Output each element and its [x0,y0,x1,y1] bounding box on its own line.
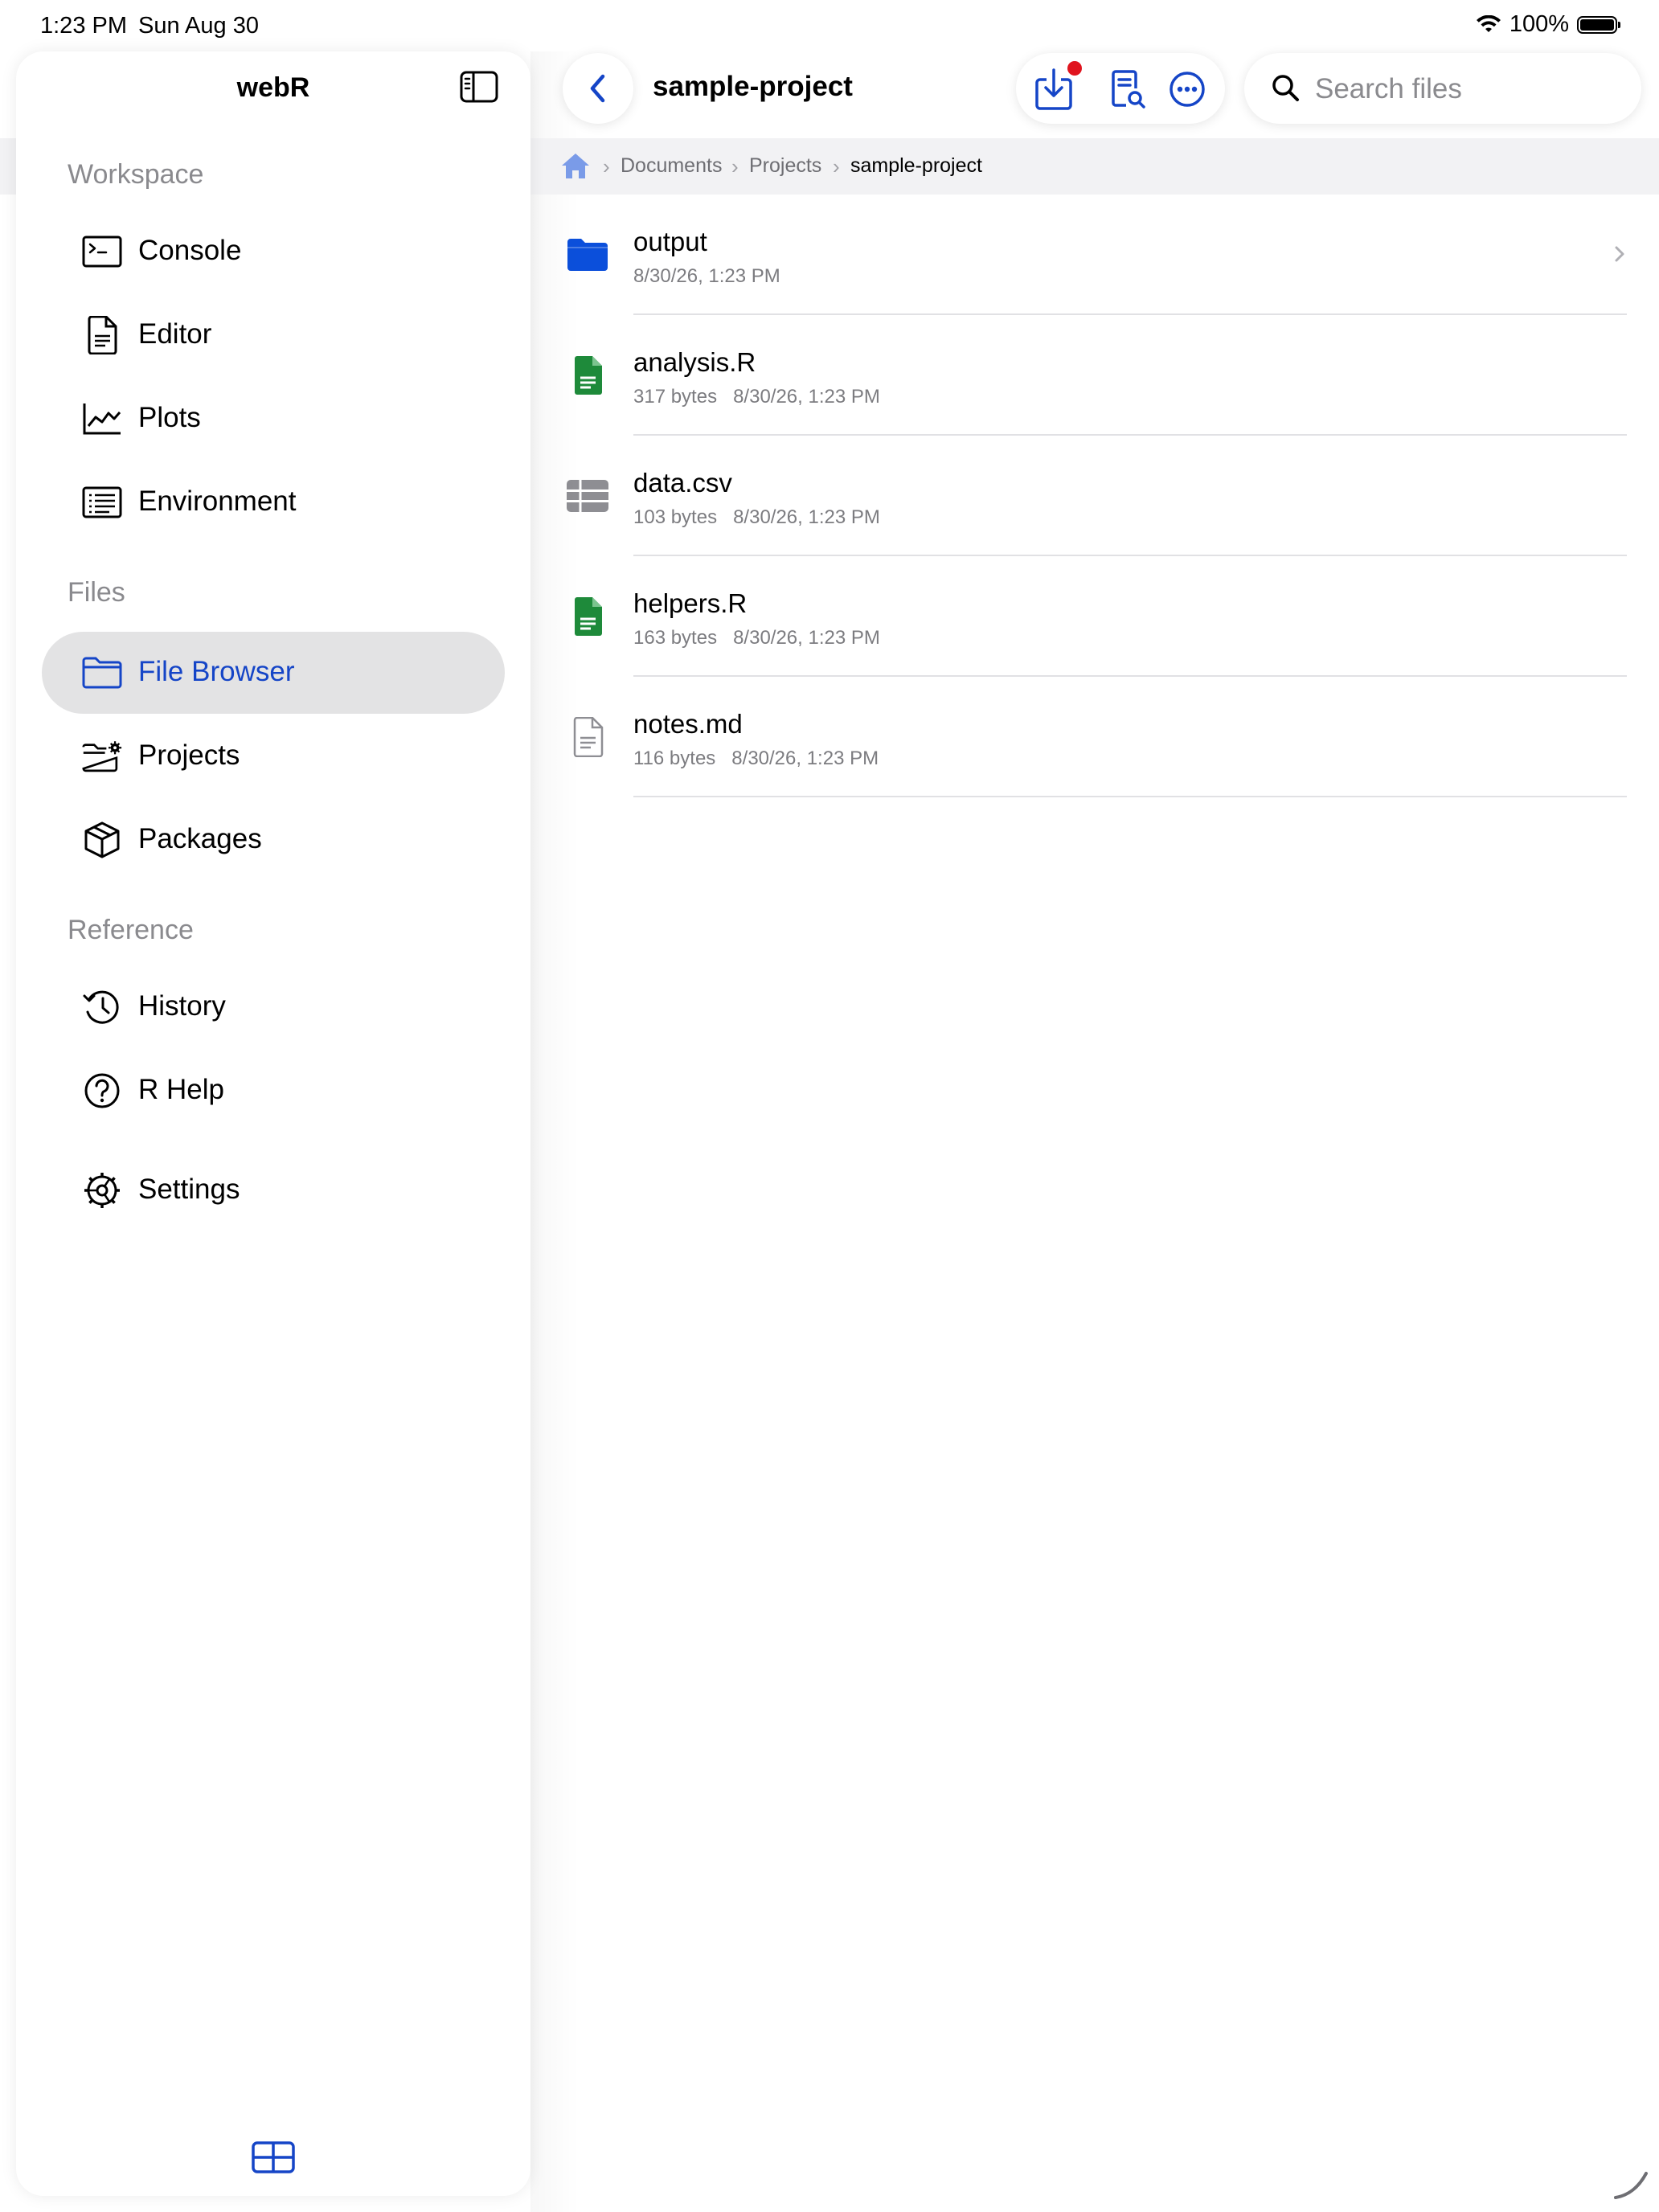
status-indicators: 100% [1476,11,1620,38]
file-row-output[interactable]: output 8/30/26, 1:23 PM [530,195,1659,315]
file-name: data.csv [633,468,732,498]
file-row-helpers[interactable]: helpers.R 163 bytes 8/30/26, 1:23 PM [530,556,1659,677]
sidebar-item-plots[interactable]: Plots [42,378,505,460]
file-meta: 103 bytes 8/30/26, 1:23 PM [633,506,880,528]
sidebar-item-packages[interactable]: Packages [42,799,505,881]
sidebar-item-label: History [138,990,226,1022]
sidebar-item-label: Plots [138,402,201,433]
file-meta: 317 bytes 8/30/26, 1:23 PM [633,386,880,408]
resize-handle-icon[interactable] [1611,2162,1651,2202]
left-edge-band [0,138,16,195]
more-button[interactable] [1165,68,1209,111]
document-icon [82,316,122,354]
sidebar-item-projects[interactable]: Projects [42,715,505,797]
chevron-right-icon [1615,246,1624,262]
breadcrumb-projects[interactable]: Projects [749,154,821,178]
file-name: analysis.R [633,347,756,377]
breadcrumb-current: sample-project [850,154,982,177]
breadcrumb-separator: › [603,154,610,178]
sidebar-item-settings[interactable]: Settings [42,1149,505,1231]
doc-search-icon [1112,70,1145,109]
breadcrumb-documents[interactable]: Documents [621,154,722,178]
search-input[interactable] [1313,69,1622,109]
question-icon [82,1071,122,1110]
section-header-workspace: Workspace [68,159,204,190]
file-name: notes.md [633,709,743,739]
file-meta: 116 bytes 8/30/26, 1:23 PM [633,748,879,769]
sidebar-item-label: Console [138,235,242,266]
folder-gear-icon [82,737,122,776]
back-button[interactable] [563,53,633,124]
sidebar-item-label: File Browser [138,656,295,687]
page-title: sample-project [653,71,853,102]
clock-icon [82,988,122,1026]
divider [633,796,1627,797]
sidebar: webR Workspace Console Editor Plots Envi… [16,51,530,2196]
file-meta: 163 bytes 8/30/26, 1:23 PM [633,627,880,649]
file-meta: 8/30/26, 1:23 PM [633,265,780,287]
file-row-notes[interactable]: notes.md 116 bytes 8/30/26, 1:23 PM [530,677,1659,797]
folder-icon [82,653,122,692]
toolbar-group [1016,53,1225,124]
battery-percent: 100% [1509,11,1569,37]
battery-icon [1577,15,1620,34]
sidebar-item-editor[interactable]: Editor [42,294,505,376]
file-name: helpers.R [633,588,748,618]
search-document-button[interactable] [1106,68,1149,111]
sidebar-item-console[interactable]: Console [42,211,505,293]
ellipsis-circle-icon [1169,72,1205,107]
app-title: webR [236,72,310,103]
file-name: output [633,227,707,256]
section-header-files: Files [68,577,125,608]
sidebar-item-file-browser[interactable]: File Browser [42,632,505,714]
list-icon [82,483,122,522]
status-date: Sun Aug 30 [138,13,259,39]
file-row-data[interactable]: data.csv 103 bytes 8/30/26, 1:23 PM [530,436,1659,556]
home-icon[interactable] [559,151,592,180]
status-bar: 1:23 PM Sun Aug 30 100% [0,0,1659,51]
import-button[interactable] [1032,61,1082,111]
notification-dot [1067,61,1082,76]
sidebar-item-label: Settings [138,1174,240,1205]
section-header-reference: Reference [68,915,194,945]
terminal-icon [82,232,122,271]
sidebar-item-environment[interactable]: Environment [42,461,505,543]
breadcrumb-separator: › [731,154,739,178]
sidebar-item-label: Environment [138,485,297,517]
sidebar-toggle-icon[interactable] [460,71,498,103]
cube-icon [82,821,122,859]
sidebar-item-label: R Help [138,1074,224,1105]
sidebar-item-label: Editor [138,318,212,350]
breadcrumb: › Documents › Projects › sample-project [530,138,1659,195]
wifi-icon [1476,14,1501,32]
breadcrumb-separator: › [833,154,840,178]
sidebar-item-label: Packages [138,823,262,854]
search-icon [1272,75,1299,101]
sidebar-item-label: Projects [138,739,240,771]
sidebar-shadow [530,51,579,2212]
status-time: 1:23 PM [40,13,127,39]
chart-line-icon [82,399,122,438]
gear-icon [82,1171,122,1210]
search-field[interactable] [1244,53,1641,124]
grid-layout-icon[interactable] [252,2141,295,2173]
sidebar-item-history[interactable]: History [42,966,505,1048]
file-row-analysis[interactable]: analysis.R 317 bytes 8/30/26, 1:23 PM [530,315,1659,436]
chevron-left-icon [590,74,605,103]
sidebar-item-r-help[interactable]: R Help [42,1050,505,1132]
